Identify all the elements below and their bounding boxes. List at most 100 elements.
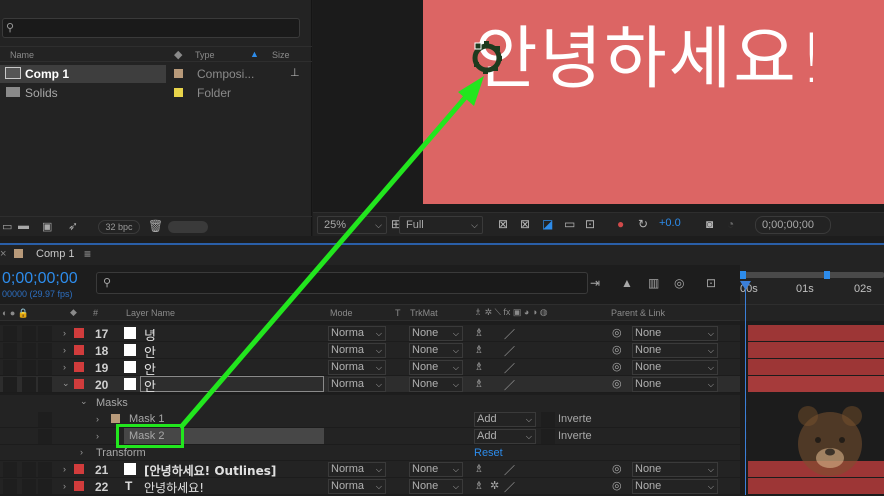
layer-row[interactable]: › 18 안 Norma ⌵ None ⌵ ♗ ／ ◎ None ⌵ — [0, 342, 740, 361]
expand-icon[interactable]: › — [63, 345, 66, 355]
new-folder-icon[interactable]: ▬ — [18, 220, 29, 232]
label-color-swatch[interactable] — [74, 379, 84, 389]
audio-toggle[interactable] — [22, 343, 36, 358]
work-area-end-handle[interactable] — [824, 271, 830, 279]
column-trkmat[interactable]: TrkMat — [410, 308, 438, 318]
layer-name-field[interactable] — [140, 376, 324, 392]
exposure-value[interactable]: +0.0 — [659, 217, 681, 229]
mode-select[interactable]: Norma ⌵ — [328, 479, 386, 494]
parent-select[interactable]: None ⌵ — [632, 479, 718, 494]
viewer-timecode[interactable]: 0;00;00;00 — [755, 216, 831, 234]
visibility-toggle[interactable] — [3, 343, 17, 358]
layer-duration-bar[interactable] — [748, 342, 884, 358]
quality-switch-icon[interactable]: ／ — [504, 479, 515, 495]
bpc-button[interactable]: 32 bpc — [98, 220, 140, 234]
column-mode[interactable]: Mode — [330, 308, 353, 318]
camera-snapshot-icon[interactable]: ◙ — [706, 217, 713, 231]
mask-mode-select[interactable]: Add ⌵ — [474, 412, 536, 427]
draft-3d-icon[interactable]: ▲ — [621, 276, 633, 290]
layer-row[interactable]: › 21 [안녕하세요! Outlines] Norma ⌵ None ⌵ ♗ ／ … — [0, 461, 740, 478]
trash-icon[interactable]: 🗑 — [148, 219, 163, 233]
solo-toggle[interactable] — [38, 479, 52, 494]
mode-select[interactable]: Norma ⌵ — [328, 462, 386, 477]
solo-toggle[interactable] — [38, 377, 52, 392]
layer-duration-bar[interactable] — [748, 325, 884, 341]
trkmat-select[interactable]: None ⌵ — [409, 462, 463, 477]
mask-visibility-icon[interactable]: ◪ — [542, 217, 553, 231]
masks-group-row[interactable]: ⌄ Masks — [0, 395, 740, 412]
solo-toggle[interactable] — [38, 429, 52, 444]
column-type[interactable]: Type — [195, 50, 215, 60]
parent-select[interactable]: None ⌵ — [632, 343, 718, 358]
zoom-select[interactable]: 25% ⌵ — [317, 216, 387, 234]
pick-whip-icon[interactable]: ◎ — [612, 479, 622, 492]
visibility-toggle[interactable] — [3, 479, 17, 494]
flowchart-icon[interactable]: ⊥ — [290, 66, 300, 79]
shy-switch-icon[interactable]: ♗ — [474, 479, 484, 492]
collapse-icon[interactable]: ⌄ — [80, 396, 88, 407]
label-color-swatch[interactable] — [74, 481, 84, 491]
column-parent[interactable]: Parent & Link — [611, 308, 665, 318]
current-time[interactable]: 0;00;00;00 — [2, 270, 78, 288]
invert-checkbox[interactable] — [541, 429, 555, 444]
column-size[interactable]: Size — [272, 50, 290, 60]
work-area-start-handle[interactable] — [740, 271, 746, 279]
channel-rgb-icon[interactable]: ● — [617, 217, 624, 231]
parent-select[interactable]: None ⌵ — [632, 326, 718, 341]
visibility-toggle[interactable] — [3, 377, 17, 392]
new-composition-icon[interactable]: ▣ — [42, 220, 52, 233]
label-color-swatch[interactable] — [74, 362, 84, 372]
audio-toggle[interactable] — [22, 360, 36, 375]
playhead[interactable] — [745, 283, 746, 495]
render-queue-icon[interactable]: ➶ — [68, 219, 78, 233]
timeline-search-input[interactable]: ⚲ — [96, 272, 588, 294]
graph-editor-icon[interactable]: ⊡ — [706, 276, 716, 290]
mode-select[interactable]: Norma ⌵ — [328, 343, 386, 358]
region-of-interest-icon[interactable]: ▭ — [564, 217, 575, 231]
quality-switch-icon[interactable]: ／ — [504, 462, 515, 478]
trkmat-select[interactable]: None ⌵ — [409, 377, 463, 392]
mask-color-swatch[interactable] — [111, 414, 120, 423]
solo-toggle[interactable] — [38, 412, 52, 427]
layer-duration-bar[interactable] — [748, 359, 884, 375]
column-name[interactable]: Name — [10, 50, 34, 60]
parent-select[interactable]: None ⌵ — [632, 377, 718, 392]
layer-row[interactable]: › 17 녕 Norma ⌵ None ⌵ ♗ ／ ◎ None ⌵ — [0, 325, 740, 344]
mode-select[interactable]: Norma ⌵ — [328, 326, 386, 341]
expand-icon[interactable]: › — [96, 431, 99, 441]
pick-whip-icon[interactable]: ◎ — [612, 343, 622, 356]
quality-switch-icon[interactable]: ／ — [504, 377, 515, 393]
project-item-solids[interactable]: Solids Folder — [0, 84, 312, 102]
audio-toggle[interactable] — [22, 462, 36, 477]
reset-exposure-icon[interactable]: ↻ — [638, 217, 648, 231]
visibility-toggle[interactable] — [3, 360, 17, 375]
pick-whip-icon[interactable]: ◎ — [612, 377, 622, 390]
audio-toggle[interactable] — [22, 326, 36, 341]
transparency-grid-icon[interactable]: ⊠ — [520, 217, 530, 231]
pick-whip-icon[interactable]: ◎ — [612, 360, 622, 373]
shy-switch-icon[interactable]: ♗ — [474, 326, 484, 339]
mask-row[interactable]: › Mask 2 Add ⌵ Inverte — [0, 428, 740, 445]
time-ruler[interactable]: 00s 01s 02s — [740, 265, 884, 304]
label-color-swatch[interactable] — [74, 328, 84, 338]
expand-icon[interactable]: › — [80, 447, 83, 457]
project-item-comp1[interactable]: Comp 1 — [0, 65, 166, 83]
resolution-select[interactable]: Full ⌵ — [399, 216, 483, 234]
mode-select[interactable]: Norma ⌵ — [328, 377, 386, 392]
expand-icon[interactable]: › — [63, 464, 66, 474]
show-snapshot-icon[interactable]: ◔ — [727, 217, 734, 231]
mask-mode-select[interactable]: Add ⌵ — [474, 429, 536, 444]
column-t[interactable]: T — [395, 308, 401, 318]
footer-scrollbar[interactable] — [168, 221, 208, 233]
solo-toggle[interactable] — [38, 326, 52, 341]
fast-preview-icon[interactable]: ⊠ — [498, 217, 508, 231]
project-search-input[interactable]: ⚲ — [2, 18, 300, 38]
composition-mini-flowchart-icon[interactable]: ⇥ — [590, 276, 600, 290]
layer-name[interactable]: 안녕하세요! — [144, 479, 204, 496]
grid-guides-icon[interactable]: ⊡ — [585, 217, 595, 231]
column-layer-name[interactable]: Layer Name — [126, 308, 175, 318]
time-navigator[interactable] — [740, 304, 884, 321]
quality-switch-icon[interactable]: ／ — [504, 360, 515, 376]
layer-row[interactable]: › 22 T 안녕하세요! Norma ⌵ None ⌵ ♗ ✲ ／ ◎ None ⌵ — [0, 478, 740, 495]
expand-icon[interactable]: › — [96, 414, 99, 424]
